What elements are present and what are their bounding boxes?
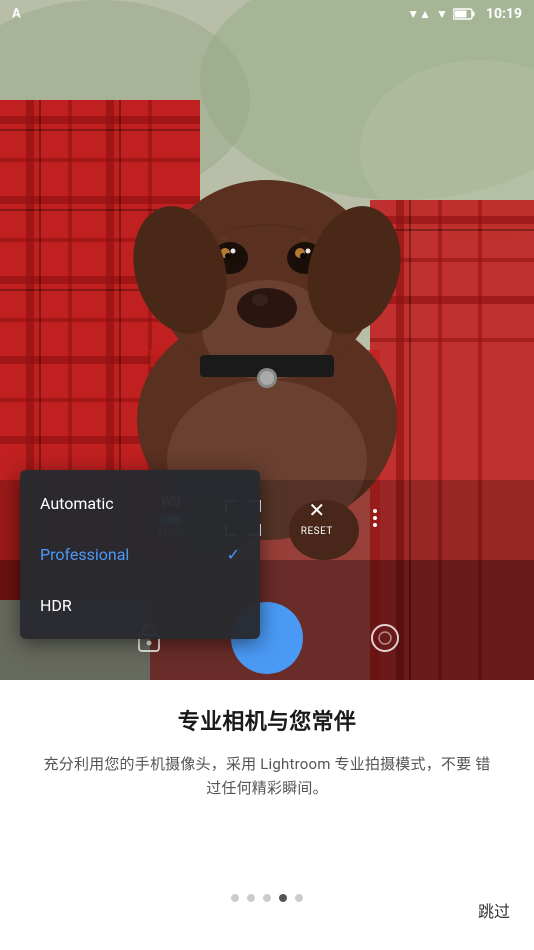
status-time: 10:19 — [486, 6, 522, 22]
check-mark-icon: ✓ — [227, 545, 240, 564]
close-icon: ✕ — [308, 498, 325, 522]
dropdown-label-hdr: HDR — [40, 596, 72, 615]
more-dots-icon — [373, 509, 377, 527]
dot-3[interactable] — [263, 894, 271, 902]
status-icons: ▼▲ ▼ 10:19 — [407, 6, 522, 22]
circle-mode-icon[interactable] — [363, 616, 407, 660]
skip-button[interactable]: 跳过 — [478, 898, 510, 922]
dropdown-item-professional[interactable]: Professional ✓ — [20, 529, 260, 580]
dot-1[interactable] — [231, 894, 239, 902]
dot-5[interactable] — [295, 894, 303, 902]
status-bar-app-icon: A — [12, 7, 21, 22]
onboarding-description: 充分利用您的手机摄像头，采用 Lightroom 专业拍摄模式，不要 错过任何精… — [40, 752, 494, 800]
more-button[interactable] — [373, 509, 377, 527]
battery-icon — [453, 8, 475, 20]
dropdown-label-automatic: Automatic — [40, 494, 114, 513]
signal-icon: ▼▲ — [407, 7, 431, 21]
dropdown-item-hdr[interactable]: HDR — [20, 580, 260, 631]
onboarding-section: 专业相机与您常伴 充分利用您的手机摄像头，采用 Lightroom 专业拍摄模式… — [0, 680, 534, 950]
reset-button[interactable]: ✕ RESET — [301, 498, 333, 537]
dropdown-label-professional: Professional — [40, 545, 129, 564]
onboarding-dots — [0, 894, 534, 902]
mode-dropdown: Automatic Professional ✓ HDR — [20, 470, 260, 639]
camera-viewfinder: WB AWB AUTO ✕ RESET — [0, 0, 534, 680]
status-bar: A ▼▲ ▼ 10:19 — [0, 0, 534, 28]
reset-label: RESET — [301, 526, 333, 537]
onboarding-title: 专业相机与您常伴 — [178, 704, 356, 736]
wifi-icon: ▼ — [436, 7, 448, 21]
dropdown-item-automatic[interactable]: Automatic — [20, 478, 260, 529]
dot-4[interactable] — [279, 894, 287, 902]
dot-2[interactable] — [247, 894, 255, 902]
